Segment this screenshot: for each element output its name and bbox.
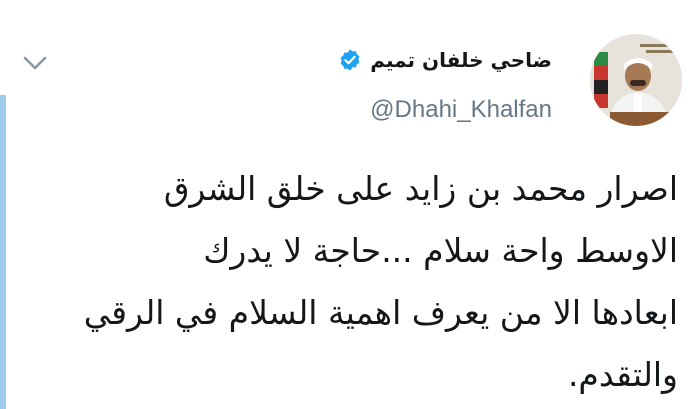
tweet-text-line: اصرار محمد بن زايد على خلق الشرق (163, 169, 678, 208)
author-name-row[interactable]: ضاحي خلفان تميم (338, 48, 552, 72)
author-display-name[interactable]: ضاحي خلفان تميم (370, 48, 552, 72)
author-handle[interactable]: @Dhahi_Khalfan (370, 96, 552, 124)
chevron-down-icon[interactable] (22, 54, 48, 72)
avatar[interactable] (590, 34, 682, 126)
verified-badge-icon (340, 49, 360, 71)
profile-photo-icon (590, 34, 682, 126)
tweet-body: اصرار محمد بن زايد على خلق الشرق الاوسط … (38, 158, 678, 406)
tweet-header: ضاحي خلفان تميم @Dhahi_Khalfan (280, 0, 700, 150)
thread-accent-bar (0, 95, 6, 409)
tweet-text-line: ابعادها الا من يعرف اهمية السلام في الرق… (83, 293, 678, 332)
tweet-text-line: الاوسط واحة سلام ...حاجة لا يدرك (203, 231, 678, 270)
tweet-text-line: والتقدم. (567, 355, 678, 394)
